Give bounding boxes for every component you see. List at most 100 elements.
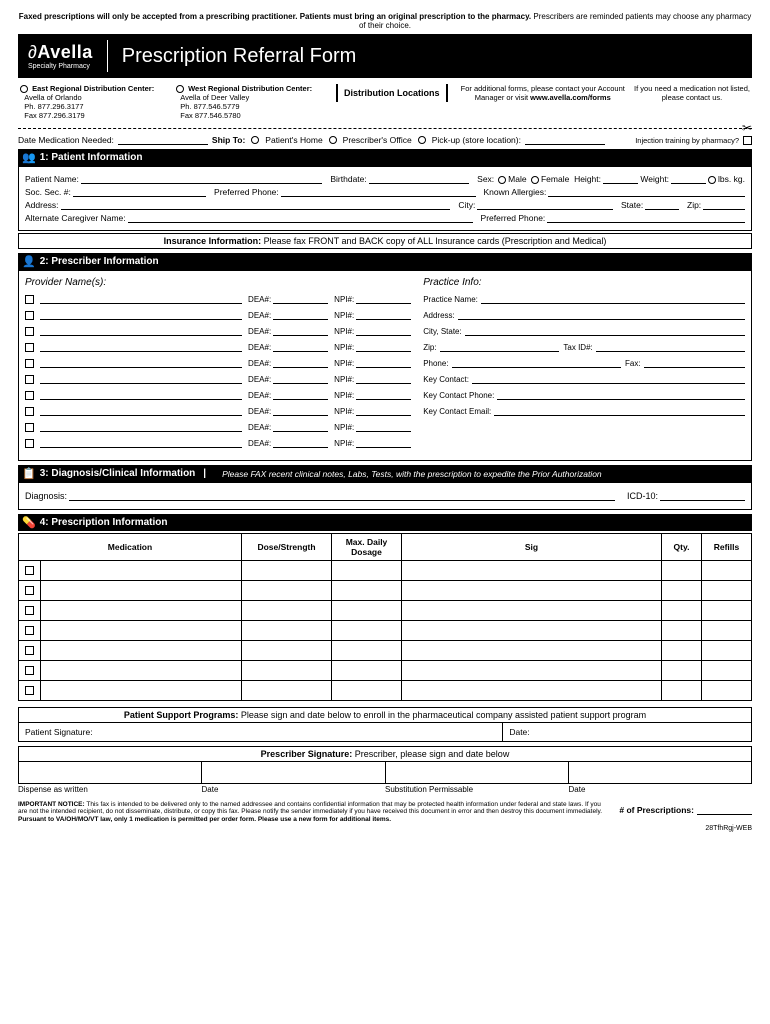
key-email-field[interactable] <box>494 406 745 416</box>
rx-sig-field[interactable] <box>402 661 662 681</box>
rx-checkbox[interactable] <box>25 566 34 575</box>
rx-maxdose-field[interactable] <box>332 661 402 681</box>
rx-qty-field[interactable] <box>662 661 702 681</box>
rx-qty-field[interactable] <box>662 641 702 661</box>
rx-refills-field[interactable] <box>702 581 752 601</box>
dea-field[interactable] <box>273 358 328 368</box>
npi-field[interactable] <box>356 406 411 416</box>
west-radio[interactable] <box>176 85 184 93</box>
key-contact-field[interactable] <box>472 374 745 384</box>
daw-date-field[interactable] <box>202 762 385 783</box>
birthdate-field[interactable] <box>369 174 469 184</box>
rx-sig-field[interactable] <box>402 581 662 601</box>
rx-checkbox[interactable] <box>25 586 34 595</box>
dea-field[interactable] <box>273 326 328 336</box>
state-field[interactable] <box>645 200 679 210</box>
rx-qty-field[interactable] <box>662 561 702 581</box>
rx-med-field[interactable] <box>41 641 242 661</box>
dea-field[interactable] <box>273 438 328 448</box>
provider-checkbox[interactable] <box>25 343 34 352</box>
rx-checkbox[interactable] <box>25 666 34 675</box>
rx-qty-field[interactable] <box>662 681 702 701</box>
rx-dose-field[interactable] <box>242 641 332 661</box>
practice-fax-field[interactable] <box>644 358 745 368</box>
east-radio[interactable] <box>20 85 28 93</box>
daw-sig-field[interactable] <box>19 762 202 783</box>
ssn-field[interactable] <box>73 187 206 197</box>
rx-dose-field[interactable] <box>242 681 332 701</box>
rx-med-field[interactable] <box>41 601 242 621</box>
date-needed-field[interactable] <box>118 135 208 145</box>
provider-checkbox[interactable] <box>25 295 34 304</box>
rx-dose-field[interactable] <box>242 581 332 601</box>
npi-field[interactable] <box>356 374 411 384</box>
provider-checkbox[interactable] <box>25 439 34 448</box>
provider-name-field[interactable] <box>40 374 242 384</box>
rx-med-field[interactable] <box>41 681 242 701</box>
provider-name-field[interactable] <box>40 422 242 432</box>
provider-name-field[interactable] <box>40 406 242 416</box>
icd10-field[interactable] <box>660 491 745 501</box>
npi-field[interactable] <box>356 390 411 400</box>
rx-refills-field[interactable] <box>702 681 752 701</box>
rx-dose-field[interactable] <box>242 561 332 581</box>
rx-checkbox[interactable] <box>25 646 34 655</box>
key-phone-field[interactable] <box>497 390 745 400</box>
practice-name-field[interactable] <box>481 294 745 304</box>
sub-sig-field[interactable] <box>386 762 569 783</box>
rx-med-field[interactable] <box>41 621 242 641</box>
patient-name-field[interactable] <box>81 174 323 184</box>
height-field[interactable] <box>603 174 638 184</box>
rx-sig-field[interactable] <box>402 641 662 661</box>
npi-field[interactable] <box>356 422 411 432</box>
pref-phone-field[interactable] <box>281 187 476 197</box>
rx-qty-field[interactable] <box>662 621 702 641</box>
rx-dose-field[interactable] <box>242 661 332 681</box>
rx-maxdose-field[interactable] <box>332 581 402 601</box>
lbs-radio[interactable] <box>708 176 716 184</box>
provider-checkbox[interactable] <box>25 311 34 320</box>
npi-field[interactable] <box>356 310 411 320</box>
rx-med-field[interactable] <box>41 581 242 601</box>
rx-maxdose-field[interactable] <box>332 621 402 641</box>
rx-qty-field[interactable] <box>662 601 702 621</box>
npi-field[interactable] <box>356 342 411 352</box>
rx-maxdose-field[interactable] <box>332 641 402 661</box>
dea-field[interactable] <box>273 406 328 416</box>
rx-checkbox[interactable] <box>25 606 34 615</box>
sex-female-radio[interactable] <box>531 176 539 184</box>
tax-id-field[interactable] <box>596 342 745 352</box>
provider-checkbox[interactable] <box>25 407 34 416</box>
patient-signature-field[interactable]: Patient Signature: <box>19 723 503 741</box>
provider-checkbox[interactable] <box>25 359 34 368</box>
rx-dose-field[interactable] <box>242 621 332 641</box>
sub-date-field[interactable] <box>569 762 751 783</box>
rx-refills-field[interactable] <box>702 661 752 681</box>
rx-dose-field[interactable] <box>242 601 332 621</box>
npi-field[interactable] <box>356 358 411 368</box>
city-field[interactable] <box>477 200 613 210</box>
rx-checkbox[interactable] <box>25 686 34 695</box>
dea-field[interactable] <box>273 310 328 320</box>
rx-sig-field[interactable] <box>402 681 662 701</box>
address-field[interactable] <box>61 200 451 210</box>
zip-field[interactable] <box>703 200 745 210</box>
ship-home-radio[interactable] <box>251 136 259 144</box>
provider-name-field[interactable] <box>40 342 242 352</box>
practice-phone-field[interactable] <box>452 358 621 368</box>
npi-field[interactable] <box>356 326 411 336</box>
provider-name-field[interactable] <box>40 326 242 336</box>
rx-refills-field[interactable] <box>702 621 752 641</box>
alt-caregiver-field[interactable] <box>128 213 473 223</box>
rx-maxdose-field[interactable] <box>332 561 402 581</box>
rx-maxdose-field[interactable] <box>332 601 402 621</box>
weight-field[interactable] <box>671 174 706 184</box>
rx-med-field[interactable] <box>41 561 242 581</box>
rx-qty-field[interactable] <box>662 581 702 601</box>
dea-field[interactable] <box>273 342 328 352</box>
rx-med-field[interactable] <box>41 661 242 681</box>
dea-field[interactable] <box>273 422 328 432</box>
provider-checkbox[interactable] <box>25 375 34 384</box>
rx-sig-field[interactable] <box>402 561 662 581</box>
provider-checkbox[interactable] <box>25 391 34 400</box>
